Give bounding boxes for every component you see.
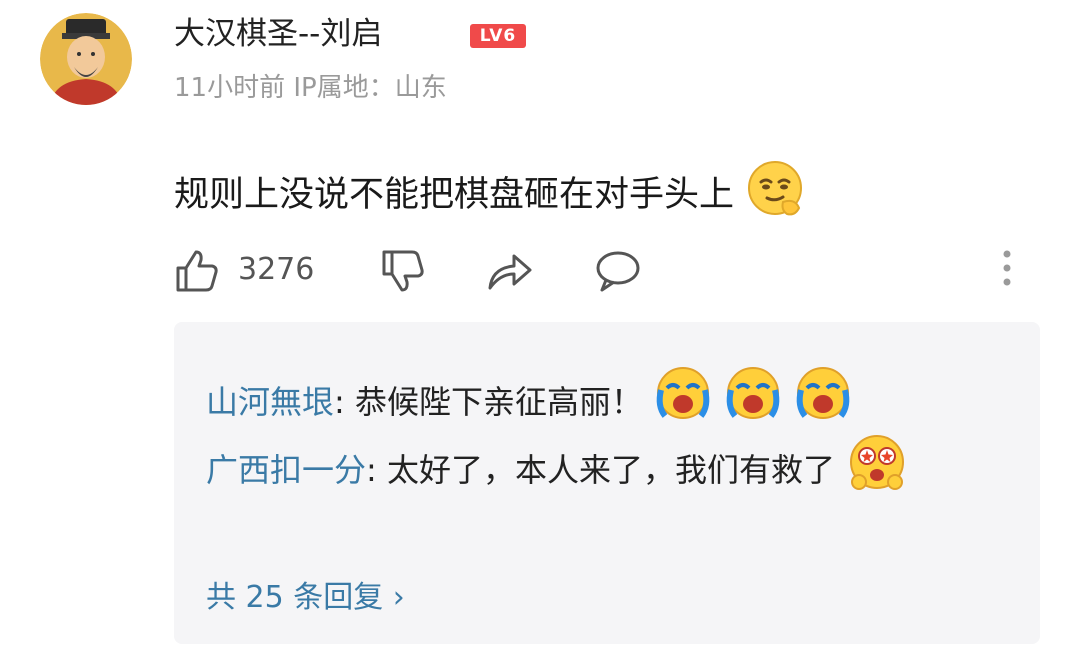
- reply-body: 太好了，本人来了，我们有救了: [386, 451, 835, 489]
- share-icon[interactable]: [486, 248, 534, 298]
- view-all-replies-link[interactable]: 共 25 条回复 ›: [206, 576, 405, 620]
- reply-item: 广西扣一分: 太好了，本人来了，我们有救了: [206, 430, 996, 514]
- like-count: 3276: [238, 252, 315, 287]
- reply-body: 恭候陛下亲征高丽！: [354, 383, 643, 421]
- comment-icon[interactable]: [594, 248, 642, 298]
- amazed-emoji-icon: [845, 430, 909, 514]
- comment-meta: 11小时前 IP属地：山东: [174, 68, 447, 108]
- username[interactable]: 大汉棋圣--刘启: [174, 14, 382, 54]
- smirk-emoji-icon: [745, 158, 807, 234]
- avatar[interactable]: [40, 13, 132, 105]
- more-options-icon[interactable]: [1000, 248, 1014, 292]
- reply-separator: :: [366, 451, 387, 489]
- action-bar: 3276: [174, 240, 1054, 300]
- reply-author[interactable]: 广西扣一分: [206, 451, 366, 489]
- comment-card: 大汉棋圣--刘启 LV6 11小时前 IP属地：山东 规则上没说不能把棋盘砸在对…: [0, 0, 1080, 648]
- level-badge: LV6: [470, 24, 526, 48]
- thumbs-up-icon[interactable]: [174, 248, 220, 298]
- reply-separator: :: [334, 383, 355, 421]
- chevron-right-icon: ›: [392, 580, 405, 615]
- comment-text: 规则上没说不能把棋盘砸在对手头上: [174, 158, 807, 234]
- reply-author[interactable]: 山河無垠: [206, 383, 334, 421]
- reply-preview-box[interactable]: 山河無垠: 恭候陛下亲征高丽！ 广西扣一分: 太好了，本人来了，我们有救了 共 …: [174, 322, 1040, 644]
- ip-location: IP属地：山东: [293, 73, 447, 103]
- comment-body: 规则上没说不能把棋盘砸在对手头上: [174, 175, 735, 215]
- thumbs-down-icon[interactable]: [380, 248, 426, 298]
- comment-time: 11小时前: [174, 73, 286, 103]
- total-replies-label: 共 25 条回复: [206, 580, 384, 615]
